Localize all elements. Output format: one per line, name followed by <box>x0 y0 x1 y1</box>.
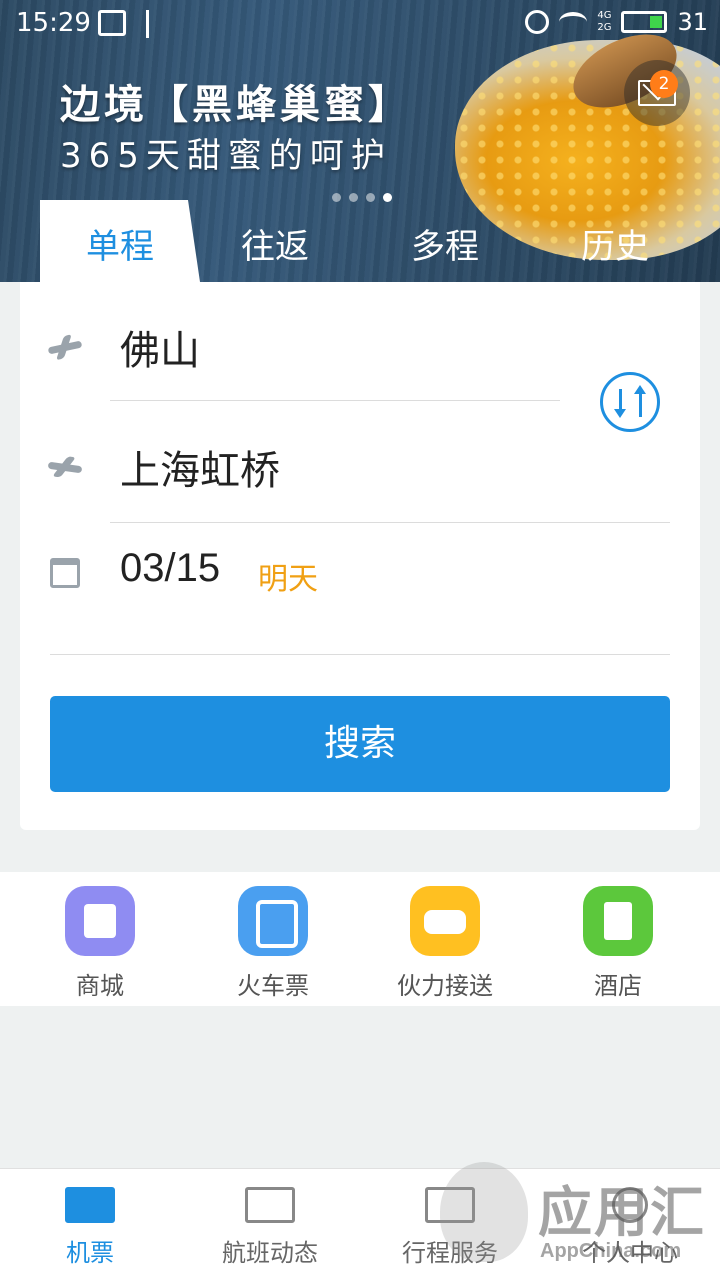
banner-subtitle: 365天甜蜜的呵护 <box>60 136 392 176</box>
signal-label-4g: 4G <box>597 10 612 21</box>
hotel-icon <box>583 886 653 956</box>
message-count-badge: 2 <box>650 70 678 98</box>
bottom-navigation: 机票 航班动态 行程服务 个人中心 <box>0 1168 720 1280</box>
tab-round-trip[interactable]: 往返 <box>200 200 350 282</box>
takeoff-icon <box>47 330 84 366</box>
service-label: 火车票 <box>237 972 309 1000</box>
user-icon <box>612 1187 648 1223</box>
flight-status-icon <box>245 1187 295 1223</box>
search-button[interactable]: 搜索 <box>50 696 670 792</box>
nav-trip-services[interactable]: 行程服务 <box>360 1187 540 1268</box>
battery-icon <box>621 11 668 33</box>
nav-label: 行程服务 <box>402 1239 498 1267</box>
service-label: 商城 <box>76 972 124 1000</box>
service-airport-transfer[interactable]: 伙力接送 <box>375 886 515 1001</box>
nav-label: 机票 <box>66 1239 114 1267</box>
arrival-city[interactable]: 上海虹桥 <box>120 438 280 496</box>
service-label: 伙力接送 <box>397 972 493 1000</box>
divider <box>50 654 670 655</box>
service-train-tickets[interactable]: 火车票 <box>203 886 343 1001</box>
calendar-icon <box>50 558 80 588</box>
arrow-up-icon <box>634 385 646 417</box>
divider <box>110 400 560 401</box>
flight-search-card: 佛山 上海虹桥 03/15 明天 搜索 <box>20 282 700 830</box>
departure-city[interactable]: 佛山 <box>120 318 200 376</box>
service-mall[interactable]: 商城 <box>30 886 170 1001</box>
tab-history[interactable]: 历史 <box>540 200 690 282</box>
nav-label: 个人中心 <box>582 1239 678 1267</box>
departure-date[interactable]: 03/15 <box>120 546 220 591</box>
nav-label: 航班动态 <box>222 1239 318 1267</box>
landing-icon <box>47 450 84 486</box>
ticket-icon <box>65 1187 115 1223</box>
battery-level: 31 <box>677 8 708 36</box>
banner-title: 边境【黑蜂巢蜜】 <box>60 82 412 128</box>
signal-label-2g: 2G <box>597 22 612 33</box>
shopping-bag-icon <box>65 886 135 956</box>
signal-icon: 4G 2G <box>597 10 611 34</box>
nav-profile[interactable]: 个人中心 <box>540 1187 720 1268</box>
service-hotel[interactable]: 酒店 <box>548 886 688 1001</box>
wifi-icon <box>559 12 588 32</box>
date-hint: 明天 <box>258 562 318 597</box>
image-notification-icon <box>98 10 126 36</box>
arrow-down-icon <box>614 389 626 418</box>
usb-icon <box>146 10 166 38</box>
nav-flight-status[interactable]: 航班动态 <box>180 1187 360 1268</box>
status-time: 15:29 <box>16 8 91 38</box>
train-icon <box>238 886 308 956</box>
service-label: 酒店 <box>594 972 642 1000</box>
divider <box>110 522 670 523</box>
services-row: 商城 火车票 伙力接送 酒店 <box>0 872 720 1006</box>
nav-flight-tickets[interactable]: 机票 <box>0 1187 180 1268</box>
tab-one-way[interactable]: 单程 <box>40 200 200 282</box>
trip-type-tabs: 单程 往返 多程 历史 <box>0 200 720 282</box>
alarm-icon <box>525 10 550 34</box>
briefcase-icon <box>425 1187 475 1223</box>
status-bar: 15:29 4G 2G 31 <box>0 0 720 50</box>
swap-cities-button[interactable] <box>600 372 660 432</box>
tab-multi-city[interactable]: 多程 <box>370 200 520 282</box>
car-icon <box>410 886 480 956</box>
